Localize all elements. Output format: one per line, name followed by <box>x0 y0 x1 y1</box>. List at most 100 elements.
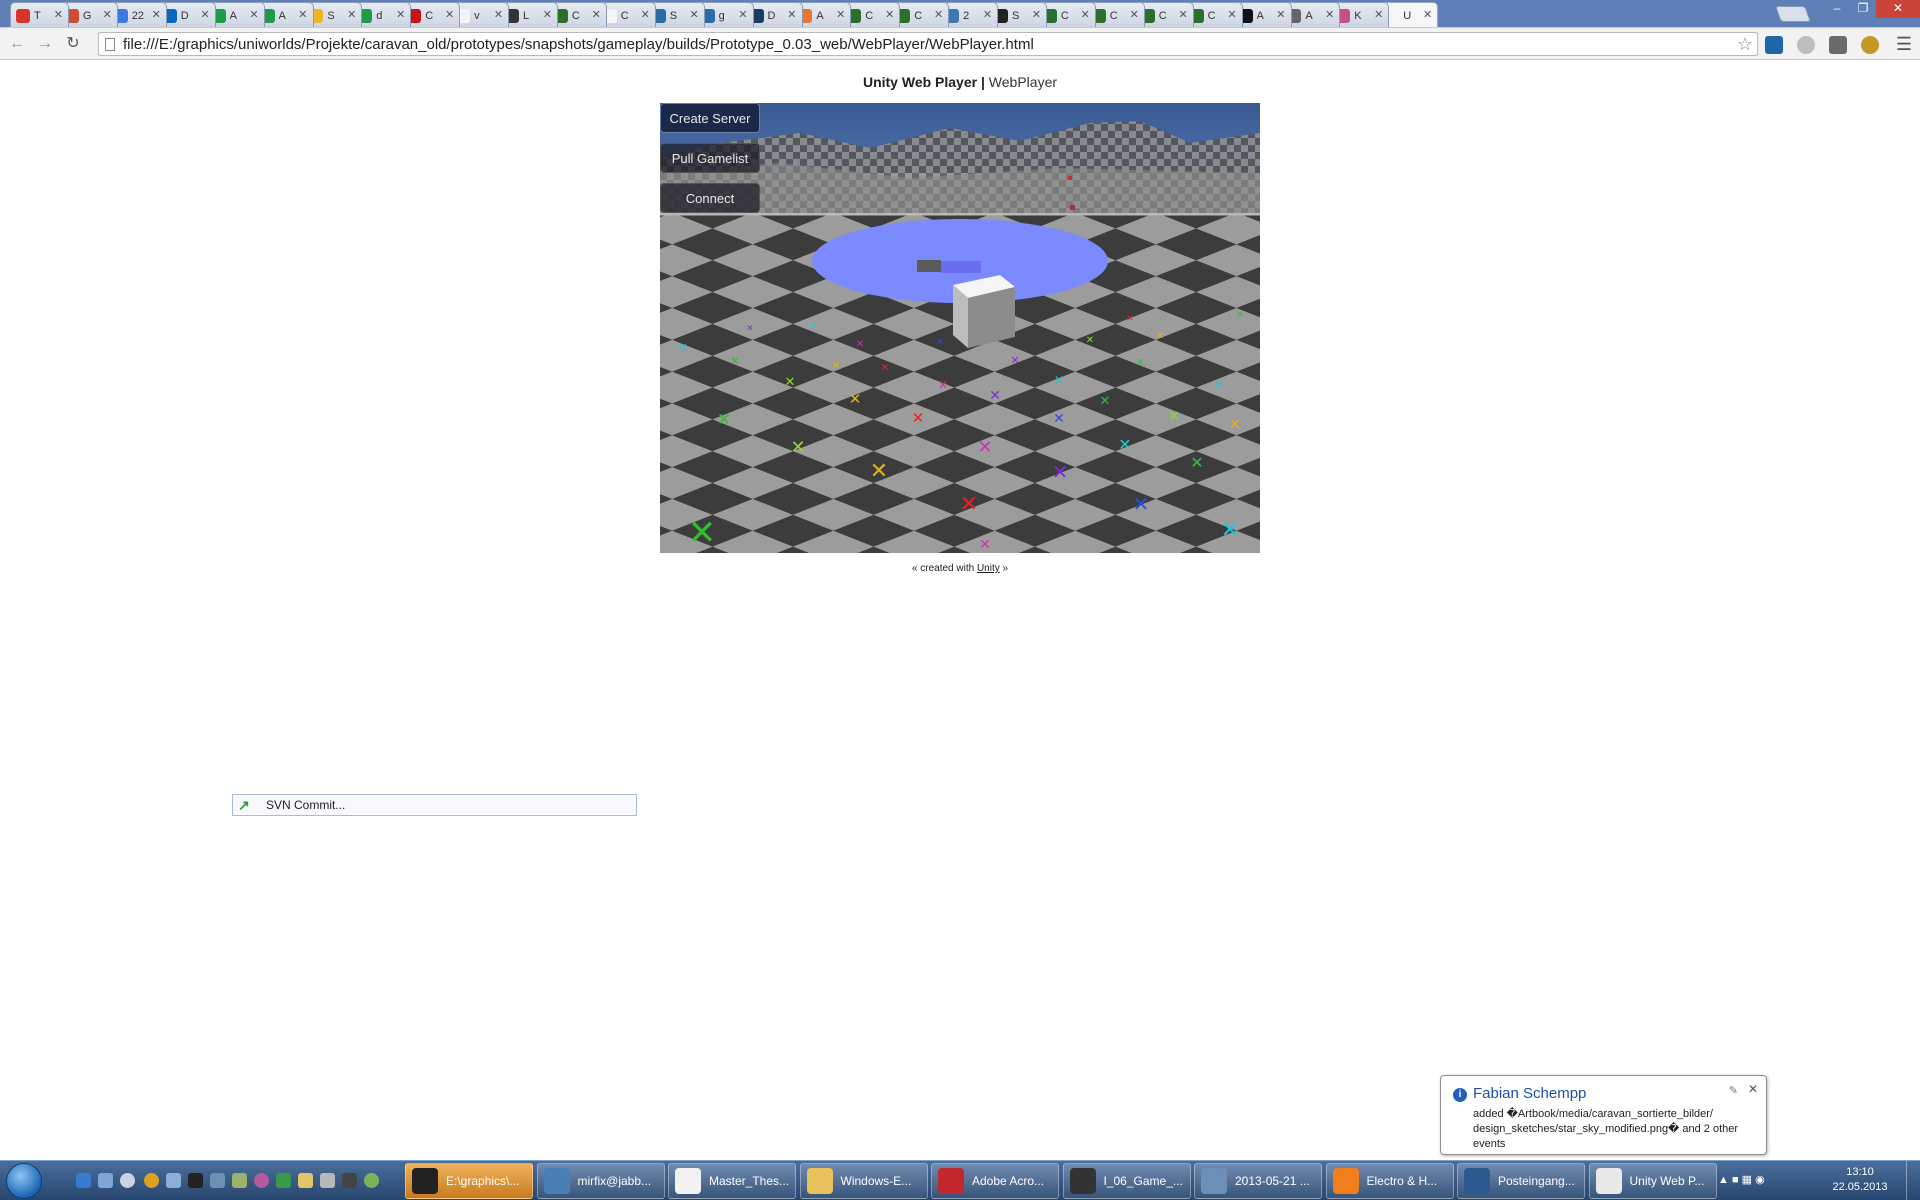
quicklaunch-icon[interactable] <box>232 1173 247 1188</box>
back-arrow-icon[interactable]: ← <box>6 34 28 54</box>
tab-close-icon[interactable]: ✕ <box>103 8 112 21</box>
taskbar-button[interactable]: Master_Thes... <box>668 1163 796 1199</box>
reload-icon[interactable]: ↻ <box>62 34 84 54</box>
pin-icon[interactable]: ✎ <box>1729 1084 1738 1097</box>
tab-close-icon[interactable]: ✕ <box>836 8 845 21</box>
taskbar-button-label: Windows-E... <box>840 1174 912 1188</box>
tab-close-icon[interactable]: ✕ <box>1178 8 1187 21</box>
start-orb-icon[interactable] <box>6 1163 42 1199</box>
tab-close-icon[interactable]: ✕ <box>347 8 356 21</box>
taskbar-button-label: Posteingang... <box>1498 1174 1575 1188</box>
quicklaunch-icon[interactable] <box>144 1173 159 1188</box>
svg-text:✕: ✕ <box>1052 460 1069 484</box>
quicklaunch-icon[interactable] <box>298 1173 313 1188</box>
tab-close-icon[interactable]: ✕ <box>934 8 943 21</box>
svg-text:✕: ✕ <box>977 437 992 458</box>
minimize-icon[interactable]: – <box>1824 0 1850 18</box>
svg-text:✕: ✕ <box>730 354 740 368</box>
tab-close-icon[interactable]: ✕ <box>641 8 650 21</box>
window-controls: – ❐ ✕ <box>1824 0 1920 18</box>
taskbar-button[interactable]: 2013-05-21 ... <box>1194 1163 1322 1199</box>
extension-icon[interactable] <box>1861 36 1879 54</box>
restore-icon[interactable]: ❐ <box>1850 0 1876 18</box>
app-icon <box>1595 1168 1622 1194</box>
tab-close-icon[interactable]: ✕ <box>1130 8 1139 21</box>
connect-button[interactable]: Connect <box>660 183 760 213</box>
tab-close-icon[interactable]: ✕ <box>1081 8 1090 21</box>
tab-close-icon[interactable]: ✕ <box>1032 8 1041 21</box>
quicklaunch-icon[interactable] <box>76 1173 91 1188</box>
close-notification-icon[interactable]: ✕ <box>1748 1082 1758 1096</box>
tab-close-icon[interactable]: ✕ <box>396 8 405 21</box>
new-tab-button[interactable] <box>1775 6 1811 22</box>
tab-close-icon[interactable]: ✕ <box>1423 8 1432 21</box>
quicklaunch-icon[interactable] <box>320 1173 335 1188</box>
quicklaunch-icon[interactable] <box>342 1173 357 1188</box>
taskbar-button[interactable]: I_06_Game_... <box>1062 1163 1191 1199</box>
tab-close-icon[interactable]: ✕ <box>787 8 796 21</box>
extension-icon[interactable] <box>1829 36 1847 54</box>
forward-arrow-icon[interactable]: → <box>34 34 56 54</box>
quicklaunch-icon[interactable] <box>254 1173 269 1188</box>
tab-close-icon[interactable]: ✕ <box>885 8 894 21</box>
tab-close-icon[interactable]: ✕ <box>1227 8 1236 21</box>
tab-close-icon[interactable]: ✕ <box>1276 8 1285 21</box>
tab-close-icon[interactable]: ✕ <box>200 8 209 21</box>
extension-icon[interactable] <box>1797 36 1815 54</box>
show-desktop-button[interactable] <box>1906 1161 1920 1200</box>
quicklaunch-icon[interactable] <box>120 1173 135 1188</box>
tab-title: C <box>620 9 629 22</box>
browser-tab[interactable]: T ✕ <box>10 2 69 27</box>
tab-close-icon[interactable]: ✕ <box>1374 8 1383 21</box>
quicklaunch-icon[interactable] <box>166 1173 181 1188</box>
svn-commit-item[interactable]: ↗ SVN Commit... <box>232 794 637 816</box>
taskbar-button[interactable]: Unity Web P... <box>1588 1163 1717 1199</box>
tab-close-icon[interactable]: ✕ <box>592 8 601 21</box>
tab-close-icon[interactable]: ✕ <box>983 8 992 21</box>
tab-close-icon[interactable]: ✕ <box>543 8 552 21</box>
bookmark-star-icon[interactable]: ☆ <box>1737 34 1753 55</box>
svg-text:✕: ✕ <box>938 378 948 392</box>
create-server-button[interactable]: Create Server <box>660 103 760 133</box>
tab-close-icon[interactable]: ✕ <box>445 8 454 21</box>
svg-text:✕: ✕ <box>1213 378 1223 392</box>
tab-close-icon[interactable]: ✕ <box>152 8 161 21</box>
taskbar-button[interactable]: Posteingang... <box>1457 1163 1585 1199</box>
svg-text:✕: ✕ <box>1010 354 1019 367</box>
notification-balloon[interactable]: i Fabian Schempp ✎ ✕ added �Artbook/medi… <box>1440 1075 1767 1155</box>
pull-gamelist-button[interactable]: Pull Gamelist <box>660 143 760 173</box>
xdk-extension-icon[interactable] <box>1765 36 1783 54</box>
taskbar-button[interactable]: mirfix@jabb... <box>536 1163 665 1199</box>
tab-close-icon[interactable]: ✕ <box>689 8 698 21</box>
tab-close-icon[interactable]: ✕ <box>738 8 747 21</box>
tab-close-icon[interactable]: ✕ <box>249 8 258 21</box>
svg-text:✕: ✕ <box>1168 409 1180 425</box>
quicklaunch-icon[interactable] <box>210 1173 225 1188</box>
taskbar-button[interactable]: Electro & H... <box>1325 1163 1454 1199</box>
tab-close-icon[interactable]: ✕ <box>1325 8 1334 21</box>
taskbar-button[interactable]: Windows-E... <box>799 1163 928 1199</box>
address-bar[interactable]: file:///E:/graphics/uniworlds/Projekte/c… <box>98 32 1758 56</box>
clock-date: 22.05.2013 <box>1832 1181 1888 1193</box>
quicklaunch-icon[interactable] <box>98 1173 113 1188</box>
quicklaunch-icon[interactable] <box>276 1173 291 1188</box>
svg-text:✕: ✕ <box>1054 373 1064 387</box>
address-url[interactable]: file:///E:/graphics/uniworlds/Projekte/c… <box>123 36 1034 53</box>
tab-close-icon[interactable]: ✕ <box>54 8 63 21</box>
tab-title: L <box>523 9 530 22</box>
taskbar-button[interactable]: E:\graphics\... <box>405 1163 533 1199</box>
notification-author: Fabian Schempp <box>1473 1085 1587 1102</box>
quicklaunch-icon[interactable] <box>364 1173 379 1188</box>
unity-link[interactable]: Unity <box>977 563 1000 574</box>
tab-close-icon[interactable]: ✕ <box>494 8 503 21</box>
tab-title: A <box>816 9 824 22</box>
quicklaunch-icon[interactable] <box>188 1173 203 1188</box>
system-tray[interactable]: ▲ ■ ▦ ◉ <box>1718 1173 1765 1186</box>
unity-game-viewport[interactable]: ✕ ✕ ✕ ✕ ✕ ✕ ✕ ✕ ✕ ✕ ✕ ✕ ✕ ✕ ✕ ✕ ✕ ✕ ✕ ✕ … <box>660 103 1260 553</box>
menu-icon[interactable]: ☰ <box>1896 34 1912 55</box>
close-window-icon[interactable]: ✕ <box>1876 0 1920 18</box>
tab-title: G <box>82 9 92 22</box>
taskbar-button[interactable]: Adobe Acro... <box>931 1163 1059 1199</box>
clock[interactable]: 13:10 22.05.2013 <box>1830 1165 1890 1195</box>
tab-close-icon[interactable]: ✕ <box>298 8 307 21</box>
